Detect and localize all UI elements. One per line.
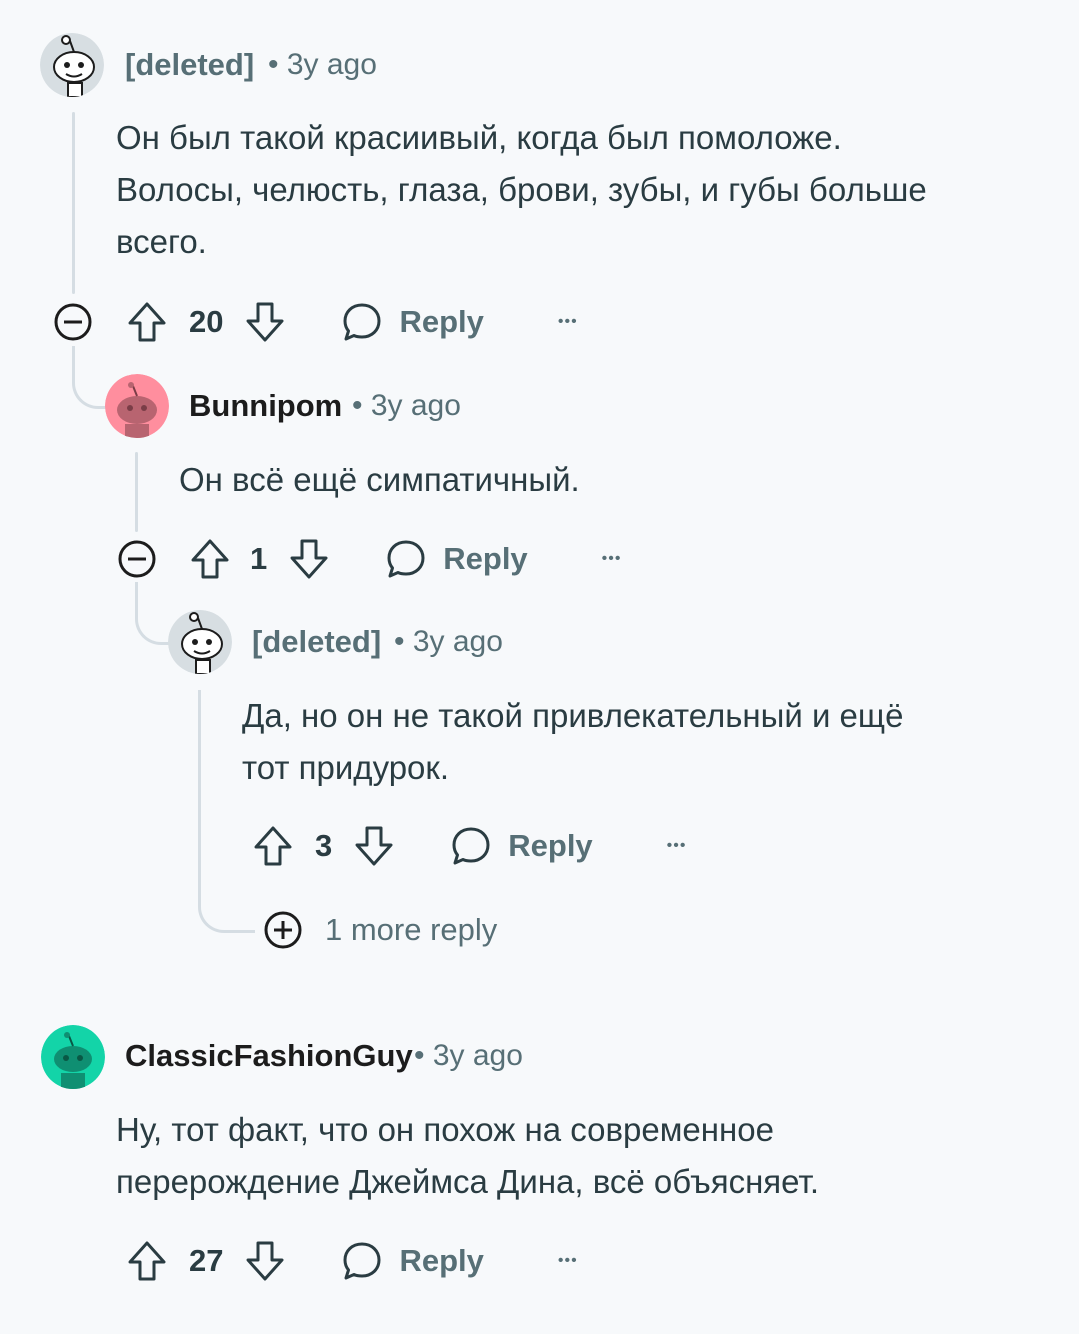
vote-score: 3 — [315, 828, 333, 863]
vote-score: 1 — [250, 541, 268, 576]
comment-author[interactable]: Bunnipom — [189, 388, 342, 424]
collapse-thread-icon[interactable] — [53, 302, 93, 342]
reply-button[interactable]: Reply — [450, 825, 593, 867]
snoo-avatar-icon — [168, 610, 232, 674]
more-options-button[interactable]: ••• — [602, 550, 622, 568]
comment-body-line: Волосы, челюсть, глаза, брови, зубы, и г… — [116, 171, 927, 208]
comment-body-line: Он всё ещё симпатичный. — [179, 461, 580, 498]
comment-actions: 27 Reply ••• — [125, 1237, 578, 1285]
comment-timestamp: • 3y ago — [352, 389, 461, 422]
comment-body-line: тот придурок. — [242, 749, 450, 786]
snoo-avatar-icon — [41, 1025, 105, 1089]
upvote-icon[interactable] — [125, 300, 169, 344]
thread-line — [135, 452, 138, 532]
comment-body: Он был такой красиивый, когда был помоло… — [116, 112, 927, 268]
comment-author[interactable]: ClassicFashionGuy — [125, 1038, 413, 1074]
avatar[interactable] — [168, 610, 232, 674]
upvote-icon[interactable] — [251, 824, 295, 868]
thread-line — [72, 112, 75, 294]
comment-actions: 1 Reply ••• — [188, 535, 621, 583]
downvote-icon[interactable] — [287, 537, 331, 581]
comment-timestamp: • 3y ago — [414, 1039, 523, 1072]
snoo-avatar-icon — [105, 374, 169, 438]
upvote-icon[interactable] — [125, 1239, 169, 1283]
comment-body: Да, но он не такой привлекательный и ещё… — [242, 690, 903, 794]
reply-label: Reply — [443, 541, 528, 576]
reply-button[interactable]: Reply — [341, 301, 484, 343]
more-options-button[interactable]: ••• — [667, 837, 687, 855]
reply-button[interactable]: Reply — [385, 538, 528, 580]
reply-label: Reply — [508, 828, 593, 863]
more-replies-label: 1 more reply — [325, 912, 498, 947]
comment-body-line: всего. — [116, 223, 207, 260]
comment-actions: 20 Reply ••• — [125, 298, 578, 346]
comment-timestamp: • 3y ago — [268, 48, 377, 81]
expand-plus-icon — [264, 911, 302, 949]
comment-body-line: Он был такой красиивый, когда был помоло… — [116, 119, 842, 156]
comment-body-line: Ну, тот факт, что он похож на современно… — [116, 1111, 774, 1148]
speech-bubble-icon — [343, 1242, 381, 1280]
more-options-button[interactable]: ••• — [558, 313, 578, 331]
collapse-thread-icon[interactable] — [117, 539, 157, 579]
comment-author[interactable]: [deleted] — [125, 47, 254, 83]
reply-button[interactable]: Reply — [341, 1240, 484, 1282]
reply-label: Reply — [399, 1243, 484, 1278]
more-options-button[interactable]: ••• — [558, 1252, 578, 1270]
speech-bubble-icon — [452, 827, 490, 865]
vote-score: 20 — [189, 304, 224, 339]
vote-score: 27 — [189, 1243, 224, 1278]
downvote-icon[interactable] — [352, 824, 396, 868]
avatar[interactable] — [105, 374, 169, 438]
upvote-icon[interactable] — [188, 537, 232, 581]
avatar[interactable] — [40, 33, 104, 97]
comment-body: Ну, тот факт, что он похож на современно… — [116, 1104, 819, 1208]
downvote-icon[interactable] — [243, 300, 287, 344]
comment-actions: 3 Reply ••• — [251, 822, 686, 870]
speech-bubble-icon — [387, 540, 425, 578]
comment-timestamp: • 3y ago — [394, 625, 503, 658]
speech-bubble-icon — [343, 303, 381, 341]
snoo-avatar-icon — [40, 33, 104, 97]
comment-body-line: Да, но он не такой привлекательный и ещё — [242, 697, 904, 734]
downvote-icon[interactable] — [243, 1239, 287, 1283]
avatar[interactable] — [41, 1025, 105, 1089]
comment-author[interactable]: [deleted] — [252, 624, 381, 660]
comment-body-line: перерождение Джеймса Дина, всё объясняет… — [116, 1163, 820, 1200]
comment-body: Он всё ещё симпатичный. — [179, 454, 580, 506]
more-replies-button[interactable]: 1 more reply — [263, 910, 497, 950]
reply-label: Reply — [399, 304, 484, 339]
